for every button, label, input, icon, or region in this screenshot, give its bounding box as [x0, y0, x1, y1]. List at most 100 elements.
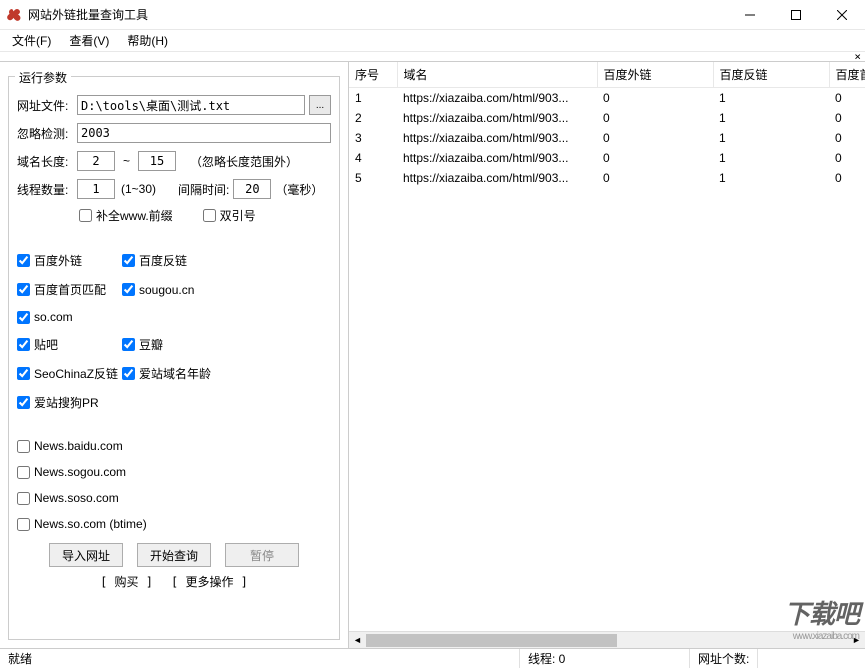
engine-checkbox-9[interactable] [122, 367, 135, 380]
cell-c1: 0 [597, 108, 713, 128]
cell-c3: 0 [829, 168, 865, 188]
engine-check-8: SeoChinaZ反链 [17, 365, 122, 382]
engine-checkbox-6[interactable] [17, 338, 30, 351]
news-checkbox-label-1[interactable]: News.sogou.com [34, 465, 126, 479]
table-row[interactable]: 2https://xiazaiba.com/html/903...010 [349, 108, 865, 128]
cell-c3: 0 [829, 128, 865, 148]
engine-checkbox-1[interactable] [122, 254, 135, 267]
engine-check-1: 百度反链 [122, 252, 227, 269]
interval-label: 间隔时间: [178, 181, 229, 198]
thread-input[interactable] [77, 179, 115, 199]
engine-check-7: 豆瓣 [122, 336, 227, 353]
pause-button[interactable]: 暂停 [225, 543, 299, 567]
engine-checkbox-label-10[interactable]: 爱站搜狗PR [34, 394, 99, 411]
row-threads: 线程数量: (1~30) 间隔时间: （毫秒） [17, 179, 331, 199]
engine-check-10: 爱站搜狗PR [17, 394, 122, 411]
cell-c2: 1 [713, 148, 829, 168]
table-row[interactable]: 4https://xiazaiba.com/html/903...010 [349, 148, 865, 168]
engine-check-3: sougou.cn [122, 281, 227, 298]
scroll-track[interactable] [366, 632, 848, 649]
domain-len-max[interactable] [138, 151, 176, 171]
col-header-0[interactable]: 序号 [349, 62, 397, 88]
engine-check-0: 百度外链 [17, 252, 122, 269]
params-group: 运行参数 网址文件: ... 忽略检测: 域名长度: ~ （忽略长度范围外） 线… [8, 76, 340, 640]
engine-checkbox-label-9[interactable]: 爱站域名年龄 [139, 365, 211, 382]
interval-input[interactable] [233, 179, 271, 199]
news-checkbox-label-0[interactable]: News.baidu.com [34, 439, 123, 453]
col-header-2[interactable]: 百度外链 [597, 62, 713, 88]
cell-domain: https://xiazaiba.com/html/903... [397, 148, 597, 168]
news-checkbox-label-2[interactable]: News.soso.com [34, 491, 119, 505]
menu-help[interactable]: 帮助(H) [119, 30, 176, 51]
interval-hint: （毫秒） [275, 181, 323, 198]
engine-checkbox-7[interactable] [122, 338, 135, 351]
buy-link[interactable]: [ 购买 ] [100, 573, 153, 590]
link-buttons: [ 购买 ] [ 更多操作 ] [17, 573, 331, 590]
url-file-input[interactable] [77, 95, 305, 115]
table-row[interactable]: 1https://xiazaiba.com/html/903...010 [349, 88, 865, 109]
news-check-2: News.soso.com [17, 491, 177, 505]
domain-len-min[interactable] [77, 151, 115, 171]
engine-checkbox-10[interactable] [17, 396, 30, 409]
news-checkbox-3[interactable] [17, 518, 30, 531]
cell-c1: 0 [597, 148, 713, 168]
window-controls [727, 0, 865, 30]
chk-quote[interactable] [203, 209, 216, 222]
engine-check-9: 爱站域名年龄 [122, 365, 227, 382]
news-checks: News.baidu.com News.sogou.com News.soso.co… [17, 439, 331, 543]
cell-c2: 1 [713, 108, 829, 128]
more-link[interactable]: [ 更多操作 ] [171, 573, 248, 590]
row-prefix-options: 补全www.前缀 双引号 [17, 207, 331, 236]
news-checkbox-1[interactable] [17, 466, 30, 479]
menu-file[interactable]: 文件(F) [4, 30, 59, 51]
col-header-1[interactable]: 域名 [397, 62, 597, 88]
start-button[interactable]: 开始查询 [137, 543, 211, 567]
engine-checkbox-label-0[interactable]: 百度外链 [34, 252, 82, 269]
news-check-1: News.sogou.com [17, 465, 177, 479]
engine-check-4: so.com [17, 310, 122, 324]
engine-checkbox-label-4[interactable]: so.com [34, 310, 73, 324]
news-checkbox-0[interactable] [17, 440, 30, 453]
horizontal-scrollbar[interactable]: ◄ ► [349, 631, 865, 648]
scroll-left-icon[interactable]: ◄ [349, 632, 366, 649]
title-bar: 网站外链批量查询工具 [0, 0, 865, 30]
engine-checkbox-0[interactable] [17, 254, 30, 267]
action-buttons: 导入网址 开始查询 暂停 [17, 543, 331, 567]
scroll-thumb[interactable] [366, 634, 617, 647]
cell-c3: 0 [829, 88, 865, 109]
news-checkbox-2[interactable] [17, 492, 30, 505]
chk-quote-label[interactable]: 双引号 [220, 207, 256, 224]
maximize-button[interactable] [773, 0, 819, 30]
ignore-input[interactable] [77, 123, 331, 143]
table-row[interactable]: 3https://xiazaiba.com/html/903...010 [349, 128, 865, 148]
col-header-4[interactable]: 百度首 [829, 62, 865, 88]
engine-checkbox-label-3[interactable]: sougou.cn [139, 283, 194, 297]
engine-checkbox-label-2[interactable]: 百度首页匹配 [34, 281, 106, 298]
engine-checkbox-4[interactable] [17, 311, 30, 324]
cell-seq: 2 [349, 108, 397, 128]
engine-checkbox-8[interactable] [17, 367, 30, 380]
news-checkbox-label-3[interactable]: News.so.com (btime) [34, 517, 147, 531]
import-button[interactable]: 导入网址 [49, 543, 123, 567]
col-header-3[interactable]: 百度反链 [713, 62, 829, 88]
chk-www-label[interactable]: 补全www.前缀 [96, 207, 173, 224]
menu-view[interactable]: 查看(V) [61, 30, 117, 51]
url-file-label: 网址文件: [17, 97, 73, 114]
engine-checkbox-label-7[interactable]: 豆瓣 [139, 336, 163, 353]
engine-checkbox-label-1[interactable]: 百度反链 [139, 252, 187, 269]
results-table[interactable]: 序号域名百度外链百度反链百度首 1https://xiazaiba.com/ht… [349, 62, 865, 631]
engine-checkbox-3[interactable] [122, 283, 135, 296]
close-button[interactable] [819, 0, 865, 30]
chk-www-prefix[interactable] [79, 209, 92, 222]
engine-checkbox-label-8[interactable]: SeoChinaZ反链 [34, 365, 118, 382]
app-icon [6, 7, 22, 23]
engine-checkbox-label-6[interactable]: 贴吧 [34, 336, 58, 353]
browse-button[interactable]: ... [309, 95, 331, 115]
minimize-button[interactable] [727, 0, 773, 30]
menu-bar: 文件(F) 查看(V) 帮助(H) [0, 30, 865, 52]
cell-domain: https://xiazaiba.com/html/903... [397, 108, 597, 128]
cell-seq: 5 [349, 168, 397, 188]
engine-checkbox-2[interactable] [17, 283, 30, 296]
table-row[interactable]: 5https://xiazaiba.com/html/903...010 [349, 168, 865, 188]
scroll-right-icon[interactable]: ► [848, 632, 865, 649]
